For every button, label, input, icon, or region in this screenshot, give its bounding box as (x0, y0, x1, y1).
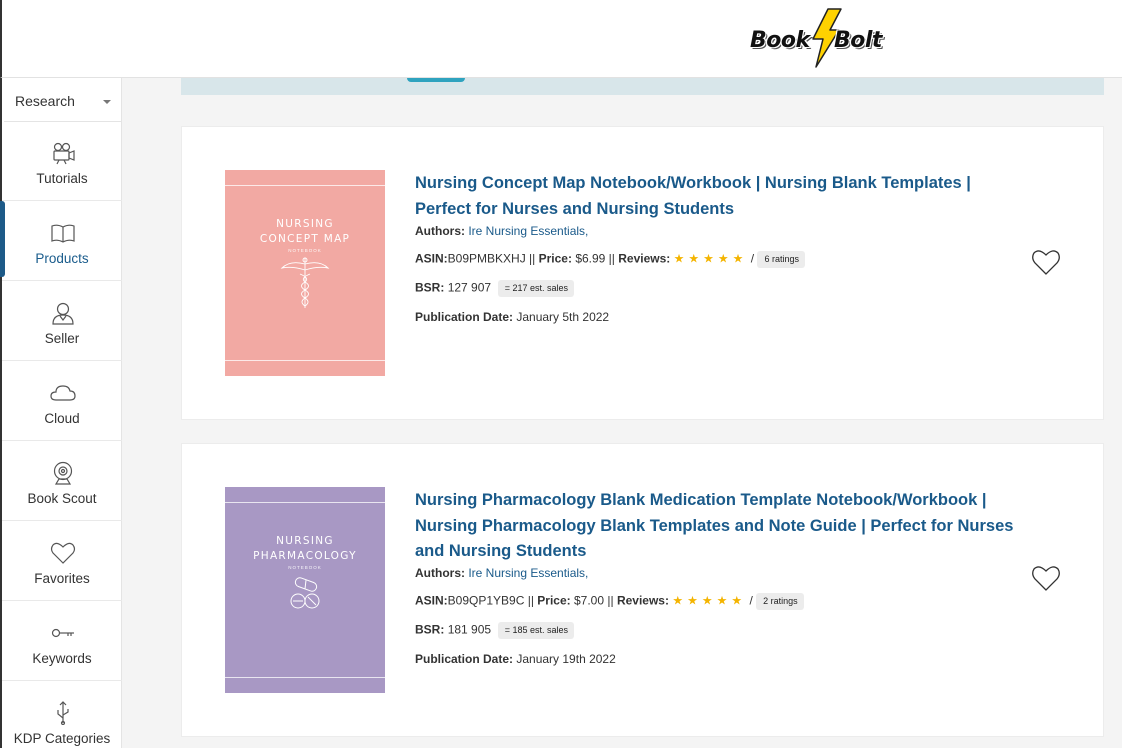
sidebar-item-products[interactable]: Products (0, 201, 122, 281)
book-open-icon (51, 224, 75, 243)
search-button-edge[interactable] (407, 78, 465, 82)
cover-subtitle: NOTEBOOK (288, 248, 322, 253)
separator: || (604, 593, 617, 608)
caduceus-icon (280, 257, 330, 308)
sidebar-item-label: Book Scout (27, 491, 97, 506)
product-card: NURSING CONCEPT MAP NOTEBOOK Nursing Con… (181, 126, 1104, 420)
pubdate-label: Publication Date: (415, 652, 514, 666)
sidebar: Research Tutorials Products Seller Cloud… (0, 78, 122, 748)
research-dropdown-value: Research (15, 93, 75, 109)
bookbolt-logo[interactable]: Book Bolt (750, 8, 900, 70)
sidebar-item-label: Keywords (32, 651, 92, 666)
sidebar-item-label: Tutorials (36, 171, 88, 186)
separator: || (605, 251, 619, 266)
author-link[interactable]: Ire Nursing Essentials, (468, 224, 588, 238)
sidebar-item-label: Favorites (34, 571, 90, 586)
product-info: Nursing Pharmacology Blank Medication Te… (415, 488, 1015, 666)
sidebar-item-label: KDP Categories (13, 731, 111, 746)
reviews-label: Reviews: (618, 251, 671, 266)
bsr-row: BSR: 181 905 = 185 est. sales (415, 622, 575, 639)
heart-icon (50, 542, 76, 564)
favorite-heart-icon[interactable] (1031, 564, 1061, 592)
asin-label: ASIN: (415, 593, 448, 608)
cover-subtitle: NOTEBOOK (288, 565, 322, 570)
logo-text-bolt: Bolt (834, 28, 882, 53)
book-cover[interactable]: NURSING CONCEPT MAP NOTEBOOK (225, 170, 385, 376)
sidebar-item-tutorials[interactable]: Tutorials (2, 121, 122, 201)
product-title-link[interactable]: Nursing Pharmacology Blank Medication Te… (415, 488, 1015, 565)
video-camera-icon (53, 142, 75, 165)
separator: / (747, 251, 758, 266)
price-value: $7.00 (574, 593, 605, 608)
pills-icon (290, 577, 320, 609)
sidebar-item-seller[interactable]: Seller (2, 281, 122, 361)
cover-title-line: NURSING (276, 218, 334, 230)
authors-row: Authors: Ire Nursing Essentials, (415, 224, 588, 238)
sidebar-item-kdp-categories[interactable]: KDP Categories (2, 681, 122, 748)
chevron-down-icon (103, 100, 111, 104)
usb-icon (57, 701, 69, 725)
sidebar-item-label: Cloud (44, 411, 80, 426)
filter-strip (181, 78, 1104, 95)
bsr-value: 127 907 (447, 280, 492, 295)
ratings-badge: 6 ratings (757, 251, 805, 268)
top-header: Book Bolt (0, 0, 1122, 78)
bsr-label: BSR: (415, 622, 445, 637)
product-title-link[interactable]: Nursing Concept Map Notebook/Workbook | … (415, 171, 1015, 222)
product-info: Nursing Concept Map Notebook/Workbook | … (415, 171, 1015, 324)
price-value: $6.99 (575, 251, 606, 266)
asin-value: B09PMBKXHJ (447, 251, 526, 266)
sidebar-item-label: Products (35, 251, 89, 266)
pubdate-label: Publication Date: (415, 310, 514, 324)
bsr-value: 181 905 (447, 622, 492, 637)
cover-title-line: PHARMACOLOGY (253, 550, 357, 562)
research-dropdown[interactable]: Research (4, 80, 122, 122)
favorite-heart-icon[interactable] (1031, 248, 1061, 276)
est-sales-badge: = 217 est. sales (497, 280, 575, 297)
bsr-label: BSR: (415, 280, 445, 295)
cover-title-line: NURSING (276, 535, 334, 547)
sidebar-item-keywords[interactable]: Keywords (2, 601, 122, 681)
sidebar-item-cloud[interactable]: Cloud (2, 361, 122, 441)
authors-row: Authors: Ire Nursing Essentials, (415, 566, 588, 580)
price-label: Price: (537, 593, 571, 608)
publication-date-row: Publication Date: January 5th 2022 (415, 310, 609, 324)
product-card: NURSING PHARMACOLOGY NOTEBOOK Nursing Ph… (181, 443, 1104, 737)
price-label: Price: (538, 251, 572, 266)
cover-title-line: CONCEPT MAP (259, 233, 351, 245)
sidebar-item-book-scout[interactable]: Book Scout (2, 441, 122, 521)
key-icon (51, 628, 74, 638)
authors-label: Authors: (415, 224, 465, 238)
ratings-badge: 2 ratings (756, 593, 804, 610)
pubdate-value: January 19th 2022 (516, 652, 616, 666)
pubdate-value: January 5th 2022 (516, 310, 610, 324)
author-link[interactable]: Ire Nursing Essentials, (468, 566, 588, 580)
sidebar-item-label: Seller (44, 331, 80, 346)
asin-label: ASIN: (415, 251, 448, 266)
separator: || (524, 593, 538, 608)
separator: / (746, 593, 757, 608)
reviews-label: Reviews: (616, 593, 669, 608)
book-cover[interactable]: NURSING PHARMACOLOGY NOTEBOOK (225, 487, 385, 693)
asin-value: B09QP1YB9C (447, 593, 525, 608)
separator: || (525, 251, 539, 266)
webcam-icon (53, 461, 73, 485)
asin-price-reviews-row: ASIN:B09PMBKXHJ || Price: $6.99 || Revie… (415, 251, 805, 268)
star-rating: ★★★★★ (673, 251, 748, 266)
est-sales-badge: = 185 est. sales (497, 622, 575, 639)
cloud-icon (50, 385, 76, 401)
asin-price-reviews-row: ASIN:B09QP1YB9C || Price: $7.00 || Revie… (415, 593, 804, 610)
sidebar-item-favorites[interactable]: Favorites (2, 521, 122, 601)
bsr-row: BSR: 127 907 = 217 est. sales (415, 280, 575, 297)
logo-text-book: Book (750, 28, 810, 53)
user-icon (52, 302, 74, 325)
star-rating: ★★★★★ (672, 593, 747, 608)
publication-date-row: Publication Date: January 19th 2022 (415, 652, 616, 666)
authors-label: Authors: (415, 566, 465, 580)
